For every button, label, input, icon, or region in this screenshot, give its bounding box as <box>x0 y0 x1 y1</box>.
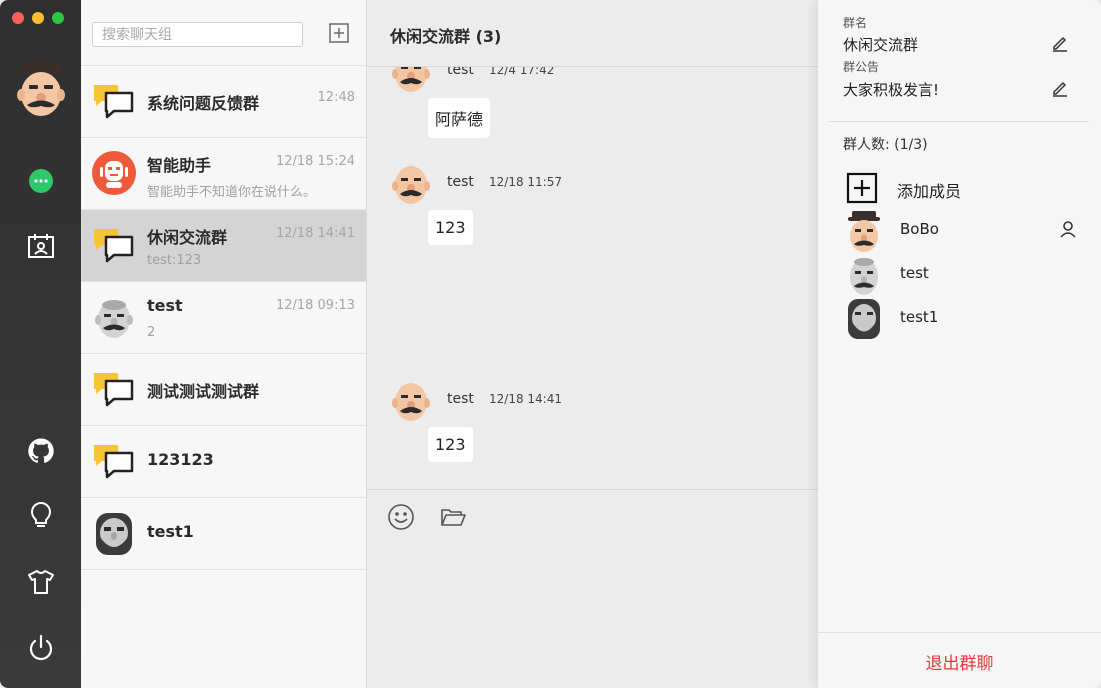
drawer-divider <box>829 121 1089 122</box>
conversation-name: 测试测试测试群 <box>147 382 260 401</box>
conversation-item[interactable]: 智能助手 12/18 15:24 智能助手不知道你在说什么。 <box>81 138 366 210</box>
bobo-avatar <box>848 211 880 252</box>
conversation-item-active[interactable]: 休闲交流群 12/18 14:41 test:123 <box>81 210 366 282</box>
member-item[interactable]: BoBo <box>846 209 1086 253</box>
nav-chat-button[interactable] <box>22 162 60 200</box>
conversation-time: 12/18 09:13 <box>275 298 355 313</box>
group-name-label: 群名 <box>843 16 868 30</box>
conversation-list-panel: 系统问题反馈群 12:48 智能助手 12/18 15:24 智能助手不知道你在… <box>81 0 367 688</box>
edit-group-notice-icon[interactable] <box>1051 79 1069 97</box>
test-avatar <box>850 258 878 295</box>
lightbulb-icon <box>30 502 52 527</box>
message-sender: test <box>447 67 474 78</box>
conversation-name: 智能助手 <box>147 156 212 175</box>
conversation-preview: 2 <box>147 325 156 340</box>
conversation-name: test1 <box>147 522 194 541</box>
message-bubble[interactable]: 123 <box>428 427 473 462</box>
conversation-time: 12/18 15:24 <box>275 154 355 169</box>
sender-avatar[interactable] <box>390 377 432 423</box>
folder-icon[interactable] <box>439 503 467 531</box>
group-info-drawer: 群名 休闲交流群 群公告 大家积极发言! 群人数: (1/3) 添加成员 BoB… <box>818 0 1101 688</box>
nav-logout-button[interactable] <box>22 629 60 667</box>
contacts-calendar-icon <box>28 234 54 258</box>
message-bubble[interactable]: 阿萨德 <box>428 98 491 138</box>
group-icon <box>94 85 134 119</box>
maximize-window-button[interactable] <box>52 12 64 24</box>
message-time: 12/18 14:41 <box>489 392 562 406</box>
add-member-button[interactable]: 添加成员 <box>846 172 1086 206</box>
nav-theme-button[interactable] <box>22 563 60 601</box>
chat-panel: 休闲交流群 (3) test 12/4 17:42 阿萨德 test 12/18… <box>367 0 818 688</box>
message-input[interactable] <box>367 540 818 688</box>
nav-idea-button[interactable] <box>22 497 60 535</box>
conversation-name: 系统问题反馈群 <box>147 94 260 113</box>
conversation-name: test <box>147 296 183 315</box>
chat-bubble-icon <box>29 169 53 193</box>
create-group-icon[interactable] <box>328 22 350 44</box>
member-name: test1 <box>900 308 939 326</box>
nav-contacts-button[interactable] <box>22 227 60 265</box>
add-box-icon <box>846 172 878 204</box>
conversation-name: 休闲交流群 <box>147 228 228 247</box>
user-avatar-dark <box>96 513 132 555</box>
sender-avatar[interactable] <box>390 160 432 206</box>
github-icon <box>28 438 54 463</box>
app-window: 系统问题反馈群 12:48 智能助手 12/18 15:24 智能助手不知道你在… <box>0 0 1101 688</box>
add-member-label: 添加成员 <box>897 182 962 201</box>
test1-avatar <box>848 299 880 339</box>
chat-title: 休闲交流群 (3) <box>390 27 502 46</box>
message-time: 12/18 11:57 <box>489 175 562 189</box>
message-sender: test <box>447 391 474 407</box>
minimize-window-button[interactable] <box>32 12 44 24</box>
conversation-time: 12:48 <box>317 90 355 105</box>
search-input[interactable] <box>92 22 303 47</box>
current-user-avatar[interactable] <box>15 58 67 118</box>
owner-user-icon <box>1060 221 1076 238</box>
message-list[interactable]: test 12/4 17:42 阿萨德 test 12/18 11:57 123 <box>367 67 818 489</box>
power-icon <box>29 634 53 661</box>
member-count: 群人数: (1/3) <box>843 137 928 153</box>
window-controls <box>12 12 64 24</box>
conversation-preview: test:123 <box>147 253 202 268</box>
close-window-button[interactable] <box>12 12 24 24</box>
group-name-value: 休闲交流群 <box>843 36 919 54</box>
group-notice-label: 群公告 <box>843 60 880 74</box>
user-avatar-gray <box>95 300 133 338</box>
group-icon <box>94 229 134 263</box>
group-icon <box>94 445 134 479</box>
message-bubble[interactable]: 123 <box>428 210 473 245</box>
emoji-icon[interactable] <box>387 503 415 531</box>
conversation-item[interactable]: 123123 <box>81 426 366 498</box>
conversation-preview: 智能助手不知道你在说什么。 <box>147 185 317 200</box>
member-item[interactable]: test <box>846 253 1086 297</box>
conversation-item[interactable]: test 12/18 09:13 2 <box>81 282 366 354</box>
assistant-avatar <box>92 151 136 195</box>
conversation-name: 123123 <box>147 450 214 469</box>
sender-avatar[interactable] <box>390 67 432 94</box>
member-name: BoBo <box>900 220 939 238</box>
edit-group-name-icon[interactable] <box>1051 34 1069 52</box>
main-sidebar <box>0 0 81 688</box>
quit-group-button[interactable]: 退出群聊 <box>818 633 1101 688</box>
message-composer <box>367 489 818 688</box>
conversation-item[interactable]: 系统问题反馈群 12:48 <box>81 66 366 138</box>
group-icon <box>94 373 134 407</box>
tshirt-icon <box>28 570 54 594</box>
chat-header: 休闲交流群 (3) <box>367 0 818 67</box>
conversation-item[interactable]: 测试测试测试群 <box>81 354 366 426</box>
group-notice-value: 大家积极发言! <box>843 81 940 99</box>
conversation-time: 12/18 14:41 <box>275 226 355 241</box>
conversation-item[interactable]: test1 <box>81 498 366 570</box>
drawer-footer: 退出群聊 <box>818 632 1101 688</box>
member-item[interactable]: test1 <box>846 297 1086 341</box>
search-bar <box>81 0 366 66</box>
message-sender: test <box>447 174 474 190</box>
member-name: test <box>900 264 929 282</box>
message-time: 12/4 17:42 <box>489 67 555 77</box>
nav-github-button[interactable] <box>22 432 60 470</box>
